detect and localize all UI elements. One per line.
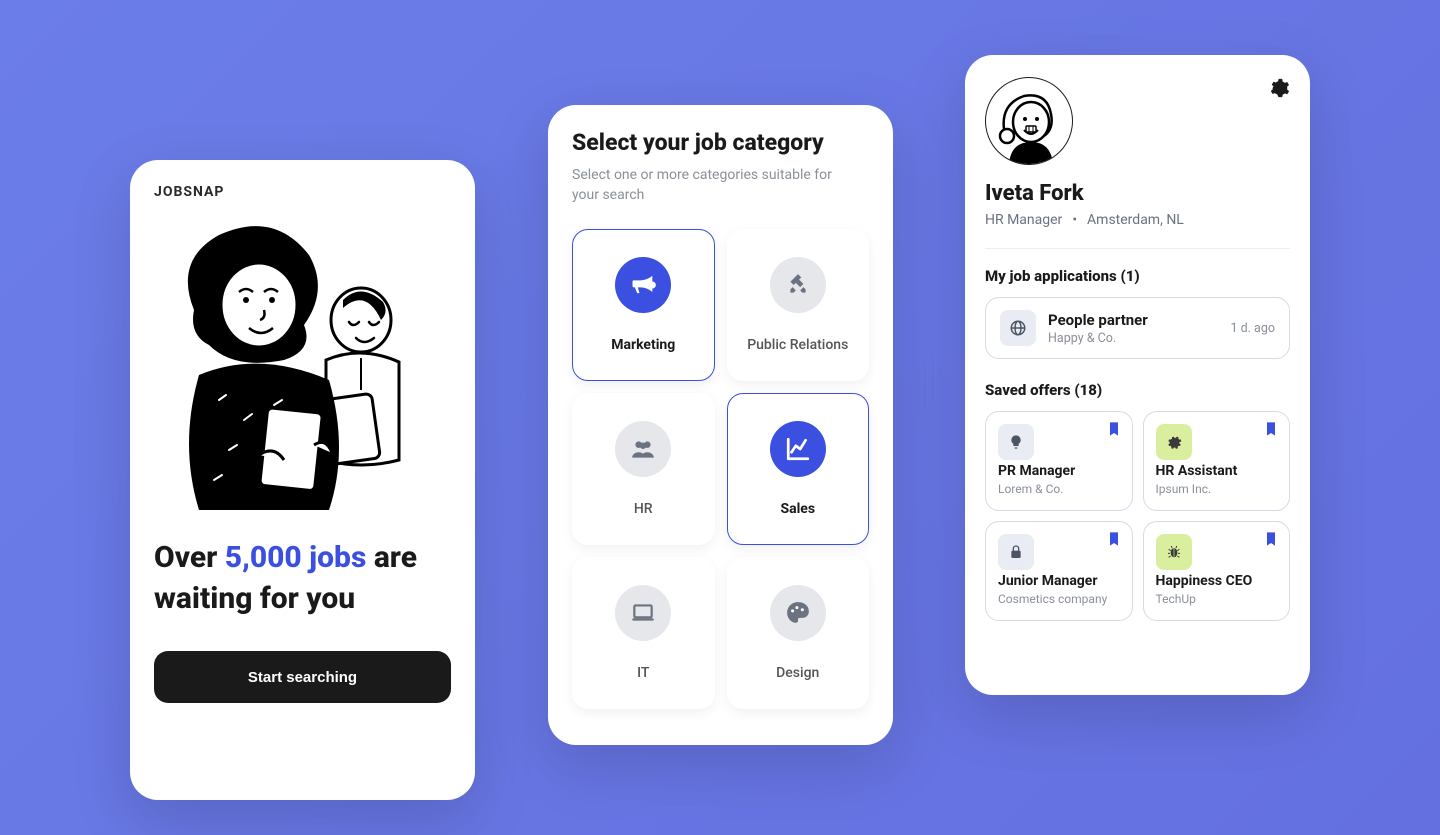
saved-company: Lorem & Co.	[998, 482, 1120, 496]
headline: Over 5,000 jobs are waiting for you	[154, 538, 451, 619]
headline-pre: Over	[154, 540, 225, 575]
illustration-person-front	[164, 220, 364, 510]
gear-icon	[1268, 77, 1290, 99]
saved-offer-card[interactable]: HR Assistant Ipsum Inc.	[1143, 411, 1291, 511]
palette-icon	[770, 585, 826, 641]
application-card[interactable]: People partner Happy & Co. 1 d. ago	[985, 297, 1290, 359]
category-subtitle: Select one or more categories suitable f…	[572, 166, 842, 205]
start-searching-button[interactable]: Start searching	[154, 651, 451, 703]
category-tile-design[interactable]: Design	[727, 557, 870, 709]
headline-accent: 5,000 jobs	[225, 540, 367, 575]
saved-company: Cosmetics company	[998, 592, 1120, 606]
saved-offer-card[interactable]: Junior Manager Cosmetics company	[985, 521, 1133, 621]
category-tile-public-relations[interactable]: Public Relations	[727, 229, 870, 381]
profile-avatar	[985, 77, 1073, 165]
category-tile-sales[interactable]: Sales	[727, 393, 870, 545]
chart-line-icon	[770, 421, 826, 477]
bookmark-icon[interactable]	[1263, 420, 1279, 442]
saved-company: TechUp	[1156, 592, 1278, 606]
lock-icon	[998, 534, 1034, 570]
settings-button[interactable]	[1268, 77, 1290, 103]
bug-icon	[1156, 534, 1192, 570]
profile-name: Iveta Fork	[985, 181, 1290, 206]
saved-title: PR Manager	[998, 463, 1120, 481]
saved-title: HR Assistant	[1156, 463, 1278, 481]
application-company: Happy & Co.	[1048, 331, 1218, 346]
category-card: Select your job category Select one or m…	[548, 105, 893, 745]
profile-meta: HR Manager • Amsterdam, NL	[985, 212, 1290, 228]
saved-title: Junior Manager	[998, 573, 1120, 591]
bookmark-icon[interactable]	[1106, 530, 1122, 552]
saved-offer-card[interactable]: PR Manager Lorem & Co.	[985, 411, 1133, 511]
saved-title: Happiness CEO	[1156, 573, 1278, 591]
profile-role: HR Manager	[985, 212, 1062, 228]
brand-logo: JOBSNAP	[154, 184, 451, 200]
avatar-illustration	[989, 84, 1069, 164]
saved-grid: PR Manager Lorem & Co. HR Assistant Ipsu…	[985, 411, 1290, 621]
category-title: Select your job category	[572, 129, 869, 156]
people-icon	[615, 421, 671, 477]
lightbulb-icon	[998, 424, 1034, 460]
category-label: HR	[634, 501, 653, 517]
profile-location: Amsterdam, NL	[1087, 212, 1184, 228]
category-label: Public Relations	[747, 337, 848, 353]
profile-card: Iveta Fork HR Manager • Amsterdam, NL My…	[965, 55, 1310, 695]
category-label: IT	[637, 665, 649, 681]
category-label: Marketing	[611, 337, 675, 353]
profile-header: Iveta Fork HR Manager • Amsterdam, NL	[985, 77, 1290, 249]
gear-small-icon	[1156, 424, 1192, 460]
landing-card: JOBSNAP	[130, 160, 475, 800]
application-title: People partner	[1048, 311, 1218, 329]
megaphone-icon	[615, 257, 671, 313]
laptop-icon	[615, 585, 671, 641]
application-time: 1 d. ago	[1230, 321, 1275, 336]
saved-company: Ipsum Inc.	[1156, 482, 1278, 496]
applications-header: My job applications (1)	[985, 267, 1290, 285]
category-tile-it[interactable]: IT	[572, 557, 715, 709]
saved-header: Saved offers (18)	[985, 381, 1290, 399]
globe-icon	[1000, 310, 1036, 346]
category-tile-hr[interactable]: HR	[572, 393, 715, 545]
category-tile-marketing[interactable]: Marketing	[572, 229, 715, 381]
hero-illustration	[154, 220, 451, 510]
handshake-icon	[770, 257, 826, 313]
category-label: Sales	[780, 501, 815, 517]
saved-offer-card[interactable]: Happiness CEO TechUp	[1143, 521, 1291, 621]
bookmark-icon[interactable]	[1263, 530, 1279, 552]
bookmark-icon[interactable]	[1106, 420, 1122, 442]
meta-separator: •	[1072, 212, 1077, 228]
category-grid: Marketing Public Relations HR Sales IT	[572, 229, 869, 709]
category-label: Design	[776, 665, 819, 681]
